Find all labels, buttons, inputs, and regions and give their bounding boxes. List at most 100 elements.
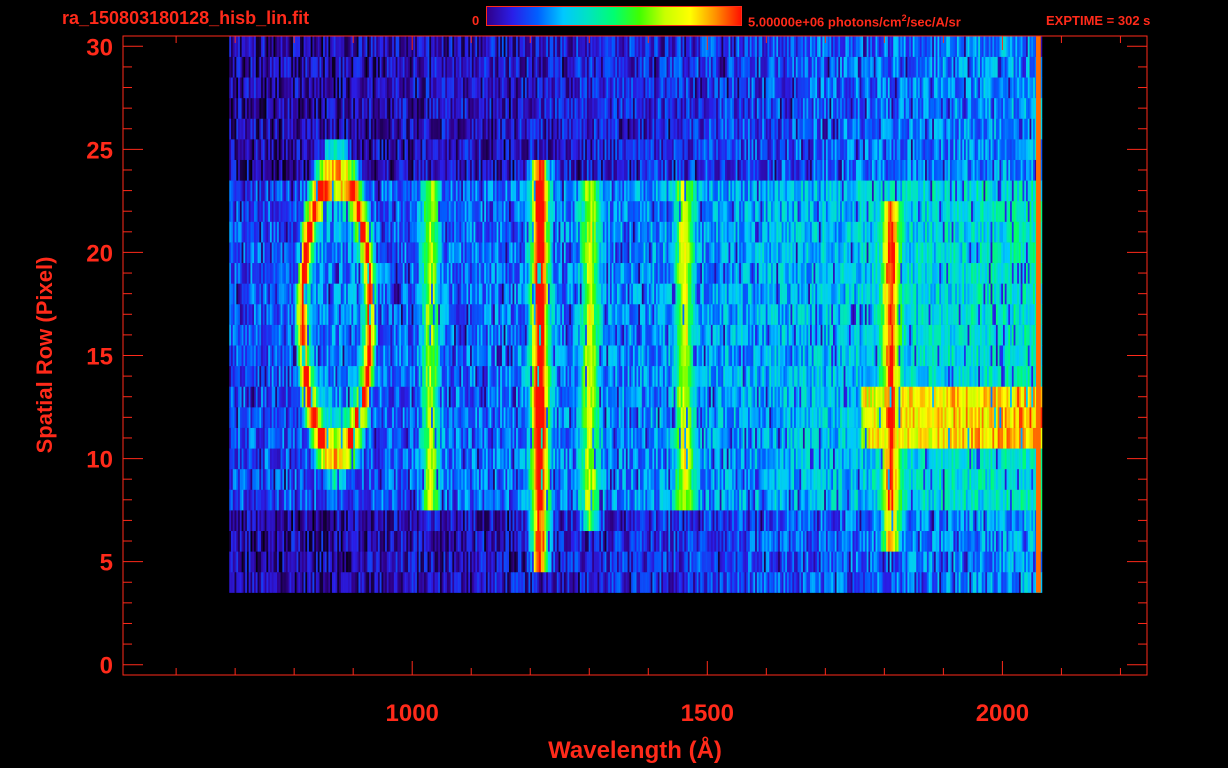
heatmap-cell [470, 407, 473, 428]
heatmap-cell [353, 468, 356, 490]
heatmap-cell [429, 407, 432, 428]
heatmap-cell [275, 427, 278, 449]
heatmap-cell [316, 571, 319, 593]
heatmap-cell [535, 489, 538, 511]
heatmap-cell [294, 530, 297, 552]
heatmap-cell [528, 551, 531, 573]
heatmap-cell [634, 489, 637, 511]
heatmap-cell [928, 448, 931, 470]
heatmap-cell [517, 448, 520, 470]
heatmap-cell [246, 510, 250, 532]
heatmap-cell [404, 427, 407, 449]
heatmap-cell [537, 510, 540, 532]
heatmap-cell [871, 448, 875, 470]
heatmap-cell [524, 551, 527, 573]
heatmap-cell [848, 407, 852, 428]
heatmap-cell [533, 407, 536, 428]
heatmap-cell [988, 407, 991, 428]
heatmap-cell [246, 427, 250, 449]
heatmap-cell [292, 510, 296, 532]
heatmap-cell [751, 530, 754, 552]
heatmap-cell [408, 448, 411, 470]
heatmap-cell [896, 489, 899, 511]
heatmap-cell [992, 407, 995, 428]
heatmap-cell [1018, 407, 1021, 428]
heatmap-cell [995, 427, 998, 449]
heatmap-cell [866, 386, 869, 408]
heatmap-cell [436, 427, 439, 449]
heatmap-cell [719, 571, 722, 593]
heatmap-cell [291, 571, 294, 593]
heatmap-cell [615, 489, 618, 511]
heatmap-cell [602, 468, 605, 490]
heatmap-cell [753, 427, 756, 449]
heatmap-cell [340, 386, 343, 408]
heatmap-cell [581, 468, 584, 490]
heatmap-cell [425, 468, 428, 490]
heatmap-cell [601, 530, 604, 552]
heatmap-cell [820, 468, 823, 490]
heatmap-cell [455, 551, 458, 573]
heatmap-cell [439, 407, 443, 428]
heatmap-cell [710, 365, 713, 387]
heatmap-cell [307, 489, 310, 511]
heatmap-cell [402, 530, 405, 552]
heatmap-cell [443, 489, 446, 511]
heatmap-cell [246, 571, 250, 593]
heatmap-cell [948, 468, 951, 490]
heatmap-cell [351, 365, 354, 387]
heatmap-cell [905, 551, 908, 573]
heatmap-cell [455, 407, 458, 428]
heatmap-cell [930, 448, 933, 470]
heatmap-cell [680, 365, 683, 387]
heatmap-cell [751, 386, 754, 408]
heatmap-cell [873, 407, 876, 428]
heatmap-cell [1008, 407, 1011, 428]
heatmap-cell [377, 448, 381, 470]
heatmap-cell [487, 448, 490, 470]
heatmap-cell [863, 468, 866, 490]
heatmap-cell [569, 571, 572, 593]
heatmap-cell [393, 489, 396, 511]
heatmap-cell [439, 530, 443, 552]
heatmap-cell [836, 510, 839, 532]
heatmap-cell [655, 530, 659, 552]
heatmap-cell [926, 510, 929, 532]
heatmap-cell [941, 386, 944, 408]
heatmap-cell [1001, 510, 1004, 532]
heatmap-cell [429, 489, 432, 511]
heatmap-cell [395, 365, 398, 387]
heatmap-cell [877, 448, 880, 470]
heatmap-cell [581, 386, 584, 408]
heatmap-cell [785, 468, 788, 490]
heatmap-cell [1004, 468, 1007, 490]
heatmap-cell [978, 386, 981, 408]
heatmap-cell [250, 407, 253, 428]
heatmap-cell [822, 468, 825, 490]
heatmap-cell [749, 468, 752, 490]
heatmap-cell [574, 489, 577, 511]
heatmap-cell [385, 489, 388, 511]
heatmap-cell [599, 386, 602, 408]
heatmap-cell [1033, 468, 1036, 490]
heatmap-cell [346, 489, 349, 511]
heatmap-cell [1020, 468, 1023, 490]
heatmap-cell [696, 448, 699, 470]
heatmap-cell [434, 530, 437, 552]
heatmap-cell [346, 510, 349, 532]
heatmap-cell [647, 530, 650, 552]
heatmap-cell [574, 427, 577, 449]
heatmap-cell [331, 489, 334, 511]
heatmap-cell [477, 551, 480, 573]
heatmap-cell [728, 530, 731, 552]
heatmap-cell [277, 530, 280, 552]
heatmap-cell [687, 571, 690, 593]
heatmap-cell [739, 468, 742, 490]
heatmap-cell [719, 530, 722, 552]
heatmap-cell [333, 510, 336, 532]
heatmap-cell [454, 386, 457, 408]
heatmap-cell [402, 571, 405, 593]
heatmap-cell [562, 551, 565, 573]
heatmap-cell [974, 510, 977, 532]
heatmap-cell [524, 427, 527, 449]
